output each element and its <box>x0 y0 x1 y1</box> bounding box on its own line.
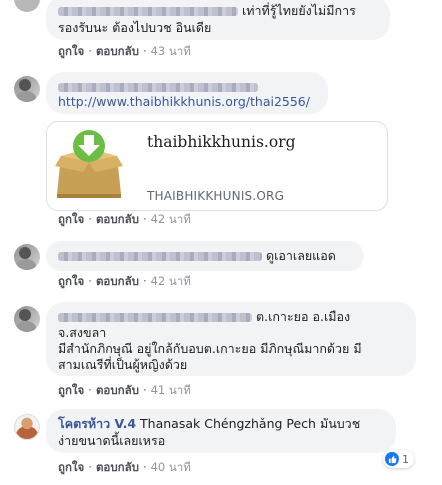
reply-link[interactable]: ตอบกลับ <box>96 44 139 58</box>
timestamp[interactable]: 42 นาที <box>151 212 191 226</box>
comment-text-line-1: Thanasak Chéngzhǎng Pech มันบวช <box>140 416 361 431</box>
preview-domain: THAIBHIKKHUNIS.ORG <box>147 189 285 203</box>
reaction-count-badge[interactable]: 1 <box>383 450 414 468</box>
comment-actions: ถูกใจ · ตอบกลับ · 42 นาที <box>58 212 191 226</box>
comment-text-line-3: มีสำนักภิกษุณี อยู่ใกล้กับอบต.เกาะยอ มีภ… <box>58 341 362 356</box>
reply-link[interactable]: ตอบกลับ <box>96 460 139 474</box>
comment-bubble: เท่าที่รู้ไทยยังไม่มีการ รองรับนะ ต้องไป… <box>46 0 390 40</box>
blurred-author-name <box>58 252 262 261</box>
timestamp[interactable]: 41 นาที <box>151 383 191 397</box>
comment-author[interactable]: โคตรห้าว V.4 <box>58 416 136 431</box>
comment-bubble: ต.เกาะยอ อ.เมือง จ.สงขลา มีสำนักภิกษุณี … <box>46 302 416 376</box>
comment-text-line-2: ง่ายขนาดนี้เลยเหรอ <box>58 433 166 448</box>
comment-text-line-1: เท่าที่รู้ไทยยังไม่มีการ <box>58 2 356 19</box>
preview-thumbnail <box>47 122 133 210</box>
avatar[interactable] <box>14 0 40 12</box>
like-link[interactable]: ถูกใจ <box>58 212 84 226</box>
comment-text-line-2: จ.สงขลา <box>58 325 107 340</box>
blurred-author-name <box>58 313 252 322</box>
timestamp[interactable]: 42 นาที <box>151 274 191 288</box>
comment-actions: ถูกใจ · ตอบกลับ · 41 นาที <box>58 383 191 397</box>
avatar[interactable] <box>14 306 40 332</box>
comment-bubble: http://www.thaibhikkhunis.org/thai2556/ <box>46 72 328 114</box>
comment-text-line-4: สามเณรีที่เป็นผู้หญิงด้วย <box>58 357 188 372</box>
reply-link[interactable]: ตอบกลับ <box>96 274 139 288</box>
comment-text: ดูเอาเลยแอด <box>266 248 336 263</box>
like-link[interactable]: ถูกใจ <box>58 383 84 397</box>
link-preview-card[interactable]: thaibhikkhunis.org THAIBHIKKHUNIS.ORG <box>46 121 388 211</box>
reaction-count: 1 <box>402 452 409 466</box>
reply-link[interactable]: ตอบกลับ <box>96 383 139 397</box>
comment-text-line-1: ต.เกาะยอ อ.เมือง <box>256 309 351 324</box>
comment-actions: ถูกใจ · ตอบกลับ · 40 นาที <box>58 460 191 474</box>
avatar[interactable] <box>14 414 40 440</box>
avatar[interactable] <box>14 244 40 270</box>
like-link[interactable]: ถูกใจ <box>58 44 84 58</box>
thumbs-up-icon <box>385 452 399 466</box>
like-link[interactable]: ถูกใจ <box>58 460 84 474</box>
comment-link[interactable]: http://www.thaibhikkhunis.org/thai2556/ <box>58 93 310 110</box>
preview-title[interactable]: thaibhikkhunis.org <box>147 133 296 151</box>
blurred-author-name <box>58 83 258 92</box>
like-link[interactable]: ถูกใจ <box>58 274 84 288</box>
timestamp[interactable]: 43 นาที <box>151 44 191 58</box>
comment-bubble: ดูเอาเลยแอด <box>46 241 364 271</box>
comment-actions: ถูกใจ · ตอบกลับ · 42 นาที <box>58 274 191 288</box>
comment-bubble: โคตรห้าว V.4 Thanasak Chéngzhǎng Pech มัน… <box>46 409 396 453</box>
blurred-author-name <box>58 7 238 16</box>
timestamp[interactable]: 40 นาที <box>151 460 191 474</box>
download-box-icon <box>55 130 123 198</box>
avatar[interactable] <box>14 76 40 102</box>
reply-link[interactable]: ตอบกลับ <box>96 212 139 226</box>
comment-actions: ถูกใจ · ตอบกลับ · 43 นาที <box>58 44 191 58</box>
comment-text-line-2: รองรับนะ ต้องไปบวช อินเดีย <box>58 20 212 35</box>
